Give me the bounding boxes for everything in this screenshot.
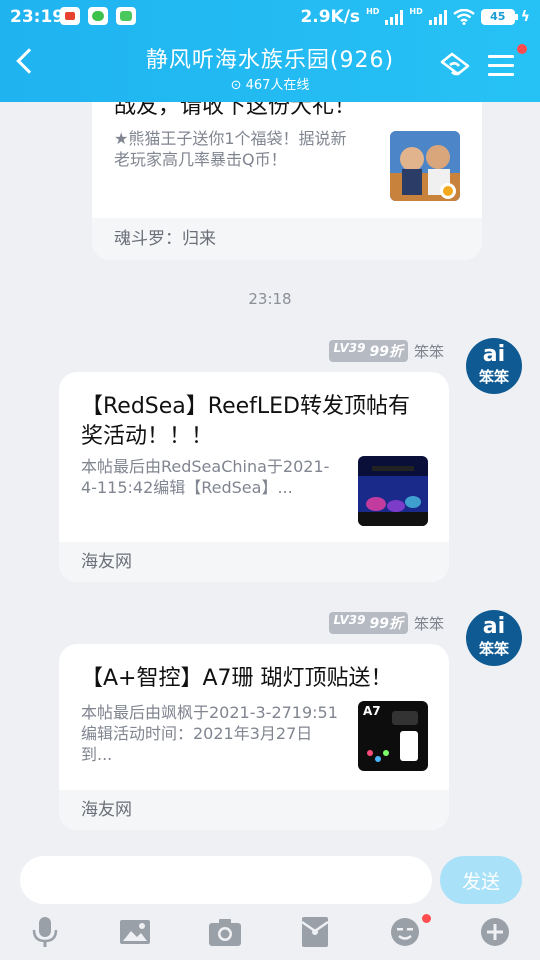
card-source: 海友网	[59, 542, 449, 582]
card-description: 本帖最后由RedSeaChina于2021-4-115:42编辑【RedSea】…	[81, 457, 330, 497]
card-headline: 战友，请收下这份大礼！	[114, 102, 357, 119]
plus-icon[interactable]	[478, 916, 512, 948]
microphone-icon[interactable]	[28, 916, 62, 948]
charging-icon: ϟ	[520, 9, 530, 25]
toolbar	[0, 912, 540, 956]
level-badge: LV39 99折	[328, 340, 408, 362]
avatar[interactable]: ai 笨笨	[466, 610, 522, 666]
top-bar: 23:19 2.9K/s HD HD 45 ϟ 静风听海水族乐园(926) ⊙ …	[0, 0, 540, 102]
avatar-text-1: ai	[482, 342, 506, 367]
avatar-text-2: 笨笨	[478, 640, 509, 658]
wifi-icon	[453, 9, 475, 25]
sender-name: 笨笨	[413, 614, 444, 633]
wechat-icon	[88, 7, 108, 25]
emoji-icon[interactable]	[388, 916, 422, 948]
game-thumbnail	[390, 131, 460, 201]
hd-label-1: HD	[366, 7, 380, 16]
card-headline: 【A+智控】A7珊 瑚灯顶贴送！	[81, 666, 393, 691]
send-button[interactable]: 发送	[440, 856, 522, 904]
aquarium-thumbnail	[358, 456, 428, 526]
avatar[interactable]: ai 笨笨	[466, 338, 522, 394]
battery-icon: 45	[480, 9, 518, 25]
red-packet-icon[interactable]	[298, 916, 332, 948]
app-notification-icon	[60, 7, 80, 25]
card-source: 海友网	[59, 790, 449, 830]
status-bar: 23:19 2.9K/s HD HD 45 ϟ	[0, 0, 540, 34]
link-share-icon[interactable]	[438, 52, 472, 82]
signal-icon-1	[385, 9, 404, 25]
a7-product-thumbnail: A7	[358, 701, 428, 771]
sender-name: 笨笨	[413, 342, 444, 361]
signal-icon-2	[428, 9, 447, 25]
badge-text: 99折	[369, 344, 403, 360]
shield-app-icon	[116, 7, 136, 25]
card-description: 本帖最后由飒枫于2021-3-2719:51编辑活动时间：2021年3月27日到…	[81, 703, 338, 764]
hd-label-2: HD	[409, 7, 423, 16]
input-bar: 发送	[0, 842, 540, 960]
share-card-game[interactable]: 战友，请收下这份大礼！ ★熊猫王子送你1个福袋！据说新老玩家高几率暴击Q币！ 魂…	[92, 102, 482, 260]
level-text: LV39	[333, 613, 366, 627]
menu-notification-dot	[517, 44, 527, 54]
level-text: LV39	[333, 341, 366, 355]
message-timestamp: 23:18	[248, 290, 292, 308]
card-source: 魂斗罗：归来	[92, 218, 482, 260]
status-time: 23:19	[10, 7, 65, 27]
avatar-text-2: 笨笨	[478, 368, 509, 386]
status-app-icons	[60, 7, 136, 25]
menu-icon[interactable]	[488, 55, 514, 77]
sender-info: LV39 99折 笨笨	[328, 340, 444, 362]
camera-icon[interactable]	[208, 916, 242, 948]
avatar-text-1: ai	[482, 614, 506, 639]
share-card-redsea[interactable]: 【RedSea】ReefLED转发顶帖有奖活动！！！ 本帖最后由RedSeaCh…	[59, 372, 449, 582]
badge-text: 99折	[369, 616, 403, 632]
chat-area[interactable]: 战友，请收下这份大礼！ ★熊猫王子送你1个福袋！据说新老玩家高几率暴击Q币！ 魂…	[0, 102, 540, 842]
online-check-icon: ⊙	[230, 78, 246, 93]
card-headline: 【RedSea】ReefLED转发顶帖有奖活动！！！	[81, 394, 410, 449]
sender-info: LV39 99折 笨笨	[328, 612, 444, 634]
emoji-notification-dot	[422, 914, 431, 923]
thumb-label: A7	[363, 704, 381, 718]
level-badge: LV39 99折	[328, 612, 408, 634]
card-description: ★熊猫王子送你1个福袋！据说新老玩家高几率暴击Q币！	[114, 129, 347, 169]
message-input[interactable]	[20, 856, 432, 904]
online-count-text: 467人在线	[245, 78, 310, 93]
status-right: 2.9K/s HD HD 45 ϟ	[300, 7, 530, 27]
image-icon[interactable]	[118, 916, 152, 948]
net-speed: 2.9K/s	[300, 7, 361, 27]
share-card-a7[interactable]: 【A+智控】A7珊 瑚灯顶贴送！ 本帖最后由飒枫于2021-3-2719:51编…	[59, 644, 449, 830]
